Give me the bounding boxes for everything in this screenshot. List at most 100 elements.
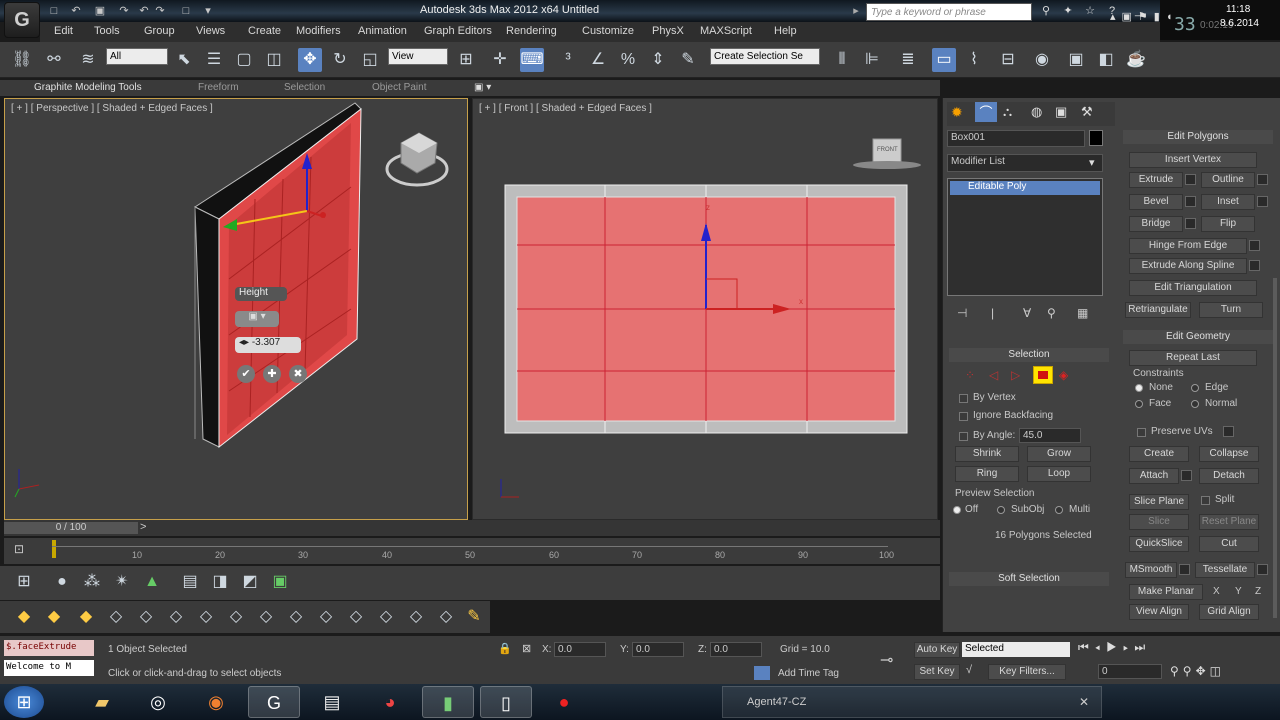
- pivot-center-icon[interactable]: ⊞: [454, 48, 478, 72]
- slice-button[interactable]: Slice: [1129, 514, 1189, 530]
- slice-plane-button[interactable]: Slice Plane: [1129, 494, 1189, 510]
- snaps-toggle-icon[interactable]: ³: [556, 48, 580, 72]
- key-filters-button[interactable]: Key Filters...: [988, 664, 1066, 680]
- modify-tab-icon[interactable]: ⌒: [975, 102, 997, 122]
- extrude-button[interactable]: Extrude: [1129, 172, 1183, 188]
- command-panel-scrollbar[interactable]: [1273, 278, 1277, 618]
- motion-tab-icon[interactable]: ◍: [1031, 104, 1042, 120]
- bridge-settings-icon[interactable]: [1185, 218, 1196, 229]
- steam-icon[interactable]: ◎: [132, 686, 184, 718]
- constraint-normal-radio[interactable]: [1191, 400, 1199, 408]
- make-planar-x-button[interactable]: X: [1213, 586, 1220, 597]
- poly-tool-1-icon[interactable]: ◆: [12, 605, 36, 629]
- poly-tool-3-icon[interactable]: ◆: [74, 605, 98, 629]
- quickslice-button[interactable]: QuickSlice: [1129, 536, 1189, 552]
- edge-mode-icon[interactable]: ◁: [989, 368, 998, 382]
- create-tab-icon[interactable]: ✹: [951, 104, 963, 121]
- menu-tools[interactable]: Tools: [94, 25, 120, 37]
- border-mode-icon[interactable]: ▷: [1011, 368, 1020, 382]
- inset-button[interactable]: Inset: [1201, 194, 1255, 210]
- preview-multi-radio[interactable]: [1055, 506, 1063, 514]
- soft-selection-rollout-header[interactable]: Soft Selection: [949, 572, 1109, 586]
- rendered-frame-icon[interactable]: ◧: [1094, 48, 1118, 72]
- favorites-icon[interactable]: ☆: [1082, 3, 1098, 19]
- reset-plane-button[interactable]: Reset Plane: [1199, 514, 1259, 530]
- undo-icon[interactable]: ↷: [116, 4, 132, 18]
- menu-maxscript[interactable]: MAXScript: [700, 25, 752, 37]
- poly-tool-8-icon[interactable]: ◇: [224, 605, 248, 629]
- current-frame-field[interactable]: 0: [1098, 664, 1162, 679]
- set-key-icon[interactable]: ⊸: [880, 650, 893, 670]
- named-selection-sets-dropdown[interactable]: Create Selection Se: [710, 48, 820, 65]
- utilities-tab-icon[interactable]: ⚒: [1081, 104, 1093, 120]
- grid-align-button[interactable]: Grid Align: [1199, 604, 1259, 620]
- maxscript-listener-line[interactable]: $.faceExtrude: [4, 640, 94, 656]
- viewport-navigation-icons[interactable]: ⚲⚲✥◫: [1170, 664, 1225, 678]
- menu-animation[interactable]: Animation: [358, 25, 407, 37]
- outline-button[interactable]: Outline: [1201, 172, 1255, 188]
- ribbon-options-icon[interactable]: ▣ ▾: [474, 82, 491, 93]
- auto-key-button[interactable]: Auto Key: [914, 642, 960, 658]
- bind-space-warp-icon[interactable]: ≋: [76, 48, 100, 72]
- caddy-mode-dropdown[interactable]: ▣ ▾: [235, 311, 279, 327]
- add-time-tag-button[interactable]: Add Time Tag: [778, 668, 839, 679]
- 3dsmax-taskbar-icon[interactable]: G: [248, 686, 300, 718]
- collapse-button[interactable]: Collapse: [1199, 446, 1259, 462]
- tab-object-paint[interactable]: Object Paint: [372, 82, 426, 93]
- set-key-button[interactable]: Set Key: [914, 664, 960, 680]
- poly-tool-14-icon[interactable]: ◇: [404, 605, 428, 629]
- render-shortcuts-icon[interactable]: ⊞: [12, 570, 36, 594]
- menu-edit[interactable]: Edit: [54, 25, 73, 37]
- time-slider[interactable]: 0 / 100 >: [4, 520, 940, 536]
- edit-named-selection-icon[interactable]: ✎: [676, 48, 700, 72]
- snapshot-icon[interactable]: ◨: [208, 570, 232, 594]
- inset-settings-icon[interactable]: [1257, 196, 1268, 207]
- clone-align-icon[interactable]: ▣: [268, 570, 292, 594]
- pin-stack-icon[interactable]: ⊣: [957, 306, 967, 320]
- by-vertex-checkbox[interactable]: [959, 394, 968, 403]
- taskbar-window[interactable]: Agent47-CZ ✕: [722, 686, 1102, 718]
- hinge-from-edge-button[interactable]: Hinge From Edge: [1129, 238, 1247, 254]
- new-scene-icon[interactable]: □: [46, 4, 62, 18]
- menu-views[interactable]: Views: [196, 25, 225, 37]
- menu-customize[interactable]: Customize: [582, 25, 634, 37]
- extrude-along-spline-button[interactable]: Extrude Along Spline: [1129, 258, 1247, 274]
- constraint-edge-radio[interactable]: [1191, 384, 1199, 392]
- x-coordinate-field[interactable]: 0.0: [554, 642, 606, 657]
- menu-modifiers[interactable]: Modifiers: [296, 25, 341, 37]
- track-bar[interactable]: ⊡ 10 20 30 40 50 60 70 80 90 100: [4, 538, 940, 564]
- z-coordinate-field[interactable]: 0.0: [710, 642, 762, 657]
- redo-icon[interactable]: ↷: [152, 4, 168, 18]
- poly-tool-11-icon[interactable]: ◇: [314, 605, 338, 629]
- poly-tool-10-icon[interactable]: ◇: [284, 605, 308, 629]
- absolute-mode-icon[interactable]: ⊠: [522, 642, 531, 655]
- poly-tool-12-icon[interactable]: ◇: [344, 605, 368, 629]
- system-tray-icons[interactable]: ▴▣⚑▮◖: [1110, 10, 1178, 23]
- repeat-last-button[interactable]: Repeat Last: [1129, 350, 1257, 366]
- viewcube-front-label[interactable]: FRONT: [877, 147, 898, 153]
- blender-icon[interactable]: ◉: [190, 686, 242, 718]
- particle-icon[interactable]: ⁂: [80, 570, 104, 594]
- rectangle-region-icon[interactable]: ▢: [232, 48, 256, 72]
- record-icon[interactable]: ●: [538, 686, 590, 718]
- curve-editor-icon[interactable]: ⌇: [962, 48, 986, 72]
- constraint-none-radio[interactable]: [1135, 384, 1143, 392]
- preserve-uvs-checkbox[interactable]: [1137, 428, 1146, 437]
- extrude-settings-icon[interactable]: [1185, 174, 1196, 185]
- time-cursor[interactable]: [52, 540, 56, 558]
- caddy-apply-icon[interactable]: ✚: [263, 365, 281, 383]
- selection-rollout-header[interactable]: Selection: [949, 348, 1109, 362]
- sphere-icon[interactable]: ●: [50, 570, 74, 594]
- select-rotate-icon[interactable]: ↻: [328, 48, 352, 72]
- notepad-icon[interactable]: ▯: [480, 686, 532, 718]
- element-mode-icon[interactable]: ◈: [1059, 368, 1068, 382]
- hinge-settings-icon[interactable]: [1249, 240, 1260, 251]
- edit-geometry-rollout-header[interactable]: Edit Geometry: [1123, 330, 1273, 344]
- flip-button[interactable]: Flip: [1201, 216, 1255, 232]
- make-unique-icon[interactable]: ∀: [1023, 306, 1031, 320]
- select-manipulate-icon[interactable]: ✛: [488, 48, 512, 72]
- mirror-icon[interactable]: ⫴: [830, 48, 854, 72]
- split-checkbox[interactable]: [1201, 496, 1210, 505]
- object-name-field[interactable]: Box001: [947, 130, 1085, 147]
- polygon-mode-icon[interactable]: [1033, 366, 1053, 384]
